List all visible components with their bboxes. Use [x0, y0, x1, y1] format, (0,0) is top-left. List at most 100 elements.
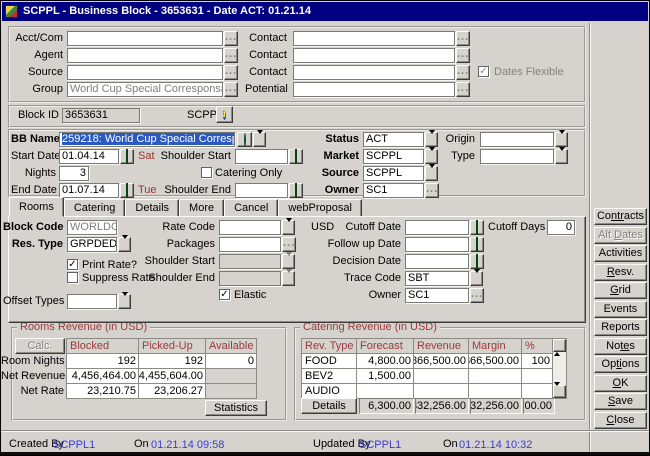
contact1-field[interactable] [293, 31, 455, 46]
calendar-icon [295, 183, 297, 198]
chevron-down-icon [286, 269, 292, 288]
scroll-up-button[interactable] [553, 339, 566, 352]
shoulder-start-field[interactable] [235, 149, 288, 164]
property-info-button[interactable] [216, 106, 233, 123]
block-code-label: Block Code [3, 220, 63, 235]
cutoff-date-field[interactable] [405, 220, 469, 235]
globe-icon [244, 133, 246, 147]
tab-details[interactable]: Details [125, 199, 179, 217]
cutoff-days-field[interactable]: 0 [547, 220, 575, 235]
save-button[interactable]: Save [594, 393, 647, 410]
source-field[interactable] [67, 65, 223, 80]
rate-code-field[interactable] [219, 220, 281, 235]
dates-flexible-checkbox[interactable] [478, 66, 489, 77]
end-date-calendar-button[interactable] [120, 183, 134, 198]
activities-button[interactable]: Activities [594, 245, 647, 262]
catering-table-scrollbar[interactable] [552, 338, 567, 399]
offset-types-dropdown-button[interactable] [118, 294, 131, 309]
bb-name-dropdown-button[interactable] [253, 132, 266, 147]
nights-field[interactable]: 3 [59, 166, 89, 181]
follow-up-date-calendar-button[interactable] [470, 237, 484, 252]
notes-button[interactable]: Notes [594, 338, 647, 355]
contact2-lookup-button[interactable]: ... [456, 48, 470, 63]
end-date-field[interactable]: 01.07.14 [59, 183, 119, 198]
catering-only-checkbox[interactable] [201, 167, 212, 178]
table-cell [413, 368, 469, 384]
potential-lookup-button[interactable]: ... [456, 82, 470, 97]
tab-cancel[interactable]: Cancel [224, 199, 278, 217]
statistics-button[interactable]: Statistics [205, 400, 267, 416]
packages-lookup-button[interactable]: ... [282, 237, 296, 252]
acct-com-field[interactable] [67, 31, 223, 46]
agent-label: Agent [11, 48, 63, 63]
follow-up-date-field[interactable] [405, 237, 469, 252]
origin-field[interactable] [480, 132, 554, 147]
table-cell: 3,866,500.00 [413, 353, 469, 369]
owner-field[interactable]: SC1 [363, 183, 424, 198]
bb-name-globe-button[interactable] [237, 132, 252, 147]
start-date-field[interactable]: 01.04.14 [59, 149, 119, 164]
start-date-calendar-button[interactable] [120, 149, 134, 164]
events-button[interactable]: Events [594, 301, 647, 318]
catering-total-forecast: 6,300.00 [359, 398, 414, 414]
group-lookup-button[interactable]: ... [224, 82, 238, 97]
res-type-field[interactable]: GRPDED [67, 237, 117, 252]
reports-button[interactable]: Reports [594, 319, 647, 336]
shoulder-start-calendar-button[interactable] [289, 149, 303, 164]
suppress-rate-checkbox[interactable] [67, 272, 78, 283]
acct-com-label: Acct/Com [11, 31, 63, 46]
tab-more[interactable]: More [179, 199, 224, 217]
status-field[interactable]: ACT [363, 132, 424, 147]
calendar-icon [476, 220, 478, 235]
type-field[interactable] [480, 149, 554, 164]
source-dropdown-button[interactable] [425, 166, 438, 181]
rooms-owner-label: Owner [311, 288, 401, 303]
trace-code-dropdown-button[interactable] [470, 271, 483, 286]
decision-date-calendar-button[interactable] [470, 254, 484, 269]
contracts-button[interactable]: Contracts [594, 208, 647, 225]
potential-field[interactable] [293, 82, 455, 97]
agent-lookup-button[interactable]: ... [224, 48, 238, 63]
contact3-label: Contact [245, 65, 287, 80]
group-field[interactable]: World Cup Special Corresponsals [67, 82, 223, 97]
scroll-down-button[interactable] [553, 385, 566, 398]
elastic-checkbox[interactable] [219, 289, 230, 300]
shoulder-end-field[interactable] [235, 183, 288, 198]
tab-webproposal[interactable]: webProposal [278, 199, 362, 217]
resv-button[interactable]: Resv. [594, 264, 647, 281]
res-type-dropdown-button[interactable] [118, 237, 131, 252]
rooms-owner-lookup-button[interactable]: ... [470, 288, 484, 303]
shoulder-end-calendar-button[interactable] [289, 183, 303, 198]
packages-field[interactable] [219, 237, 281, 252]
market-field[interactable]: SCPPL [363, 149, 424, 164]
close-button[interactable]: Close [594, 412, 647, 429]
tab-rooms[interactable]: Rooms [9, 197, 64, 217]
source-field-bb[interactable]: SCPPL [363, 166, 424, 181]
table-cell [413, 383, 469, 399]
agent-field[interactable] [67, 48, 223, 63]
ok-button[interactable]: OK [594, 375, 647, 392]
type-dropdown-button[interactable] [555, 149, 568, 164]
decision-date-field[interactable] [405, 254, 469, 269]
bb-name-field[interactable]: 259218: World Cup Special Corresponsals [59, 132, 235, 147]
contact3-lookup-button[interactable]: ... [456, 65, 470, 80]
tab-catering[interactable]: Catering [64, 199, 126, 217]
options-button[interactable]: Options [594, 356, 647, 373]
contact1-lookup-button[interactable]: ... [456, 31, 470, 46]
owner-lookup-button[interactable]: ... [425, 183, 439, 198]
cutoff-date-calendar-button[interactable] [470, 220, 484, 235]
offset-types-field[interactable] [67, 294, 117, 309]
origin-dropdown-button[interactable] [555, 132, 568, 147]
table-cell: 23,206.27 [138, 383, 206, 399]
rooms-owner-field[interactable]: SC1 [405, 288, 469, 303]
source-lookup-button[interactable]: ... [224, 65, 238, 80]
contact3-field[interactable] [293, 65, 455, 80]
trace-code-field[interactable]: SBT [405, 271, 469, 286]
rate-code-dropdown-button[interactable] [282, 220, 295, 235]
details-button[interactable]: Details [301, 398, 357, 414]
print-rate-checkbox[interactable] [67, 259, 78, 270]
grid-button[interactable]: Grid [594, 282, 647, 299]
catering-col-revtype: Rev. Type [301, 338, 357, 354]
acct-com-lookup-button[interactable]: ... [224, 31, 238, 46]
contact2-field[interactable] [293, 48, 455, 63]
